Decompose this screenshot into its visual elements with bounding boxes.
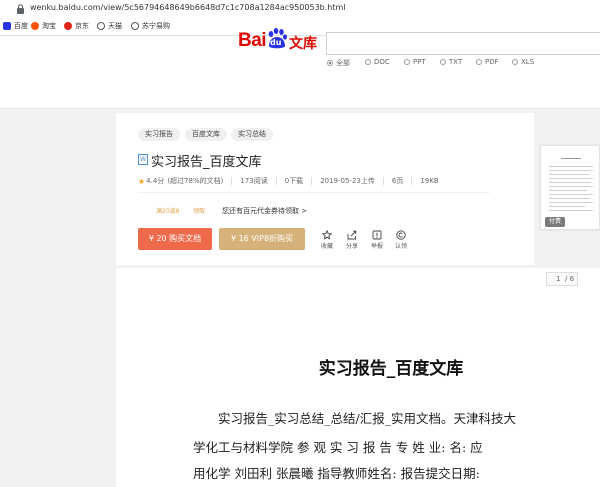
upload-date: 2019-05-23上传: [320, 177, 375, 185]
page-total: / 6: [565, 275, 575, 283]
bookmark-suning[interactable]: 苏宁易购: [131, 21, 170, 31]
baidu-paw-icon: [3, 22, 11, 30]
radio-icon: [327, 60, 333, 66]
filter-ppt[interactable]: PPT: [404, 58, 426, 66]
body-line: 用化学 刘田利 张晨曦 指导教师姓名: 报告提交日期:: [193, 466, 480, 481]
baidu-wenku-logo[interactable]: Bai du 文库: [238, 27, 324, 53]
radio-icon: [440, 59, 446, 65]
paid-badge: 付费: [545, 217, 566, 227]
filter-pdf[interactable]: PDF: [476, 58, 499, 66]
vip-buy-button[interactable]: ¥ 16 VIP8折购买: [219, 228, 305, 250]
globe-icon: [97, 22, 105, 30]
divider: [138, 192, 490, 193]
claim-button[interactable]: 认领: [392, 230, 410, 250]
share-button[interactable]: 分享: [343, 230, 361, 250]
doc-title: 实习报告_百度文库: [151, 155, 262, 170]
logo-bai: Bai: [238, 30, 267, 51]
filter-xls[interactable]: XLS: [512, 58, 534, 66]
tag-baidu-wenku[interactable]: 百度文库: [185, 128, 227, 141]
word-doc-icon: W: [138, 154, 148, 165]
logo-wenku: 文库: [289, 36, 317, 52]
divider: [411, 177, 413, 185]
divider: [275, 177, 277, 185]
radio-icon: [365, 59, 371, 65]
radio-icon: [476, 59, 482, 65]
page-heading: 实习报告_百度文库: [318, 359, 464, 379]
coupon-pending-link[interactable]: 您还有百元代金券待领取 >: [222, 206, 307, 216]
coupon-claim-link[interactable]: 领取: [193, 206, 205, 215]
star-outline-icon: [322, 230, 332, 240]
bookmark-baidu[interactable]: 百度: [3, 21, 28, 31]
jd-icon: [64, 22, 72, 30]
star-icon: ★: [138, 176, 146, 186]
radio-icon: [512, 59, 518, 65]
logo-du: du: [270, 38, 282, 47]
taobao-icon: [31, 22, 39, 30]
bookmark-tmall[interactable]: 天猫: [97, 21, 122, 31]
rating-note: (超过78%的文档): [167, 177, 224, 185]
file-size: 19KB: [420, 177, 439, 185]
copyright-icon: [396, 230, 406, 240]
bookmark-taobao[interactable]: 淘宝: [31, 21, 56, 31]
buy-document-button[interactable]: ¥ 20 购买文档: [138, 228, 212, 250]
tag-internship-report[interactable]: 实习报告: [138, 128, 180, 141]
body-line: 实习报告_实习总结_总结/汇报_实用文档。天津科技大: [218, 411, 516, 426]
rating: 4.4分: [146, 177, 165, 185]
filter-txt[interactable]: TXT: [440, 58, 462, 66]
lock-icon: [17, 4, 24, 14]
address-bar[interactable]: wenku.baidu.com/view/5c56794648649b6648d…: [0, 0, 600, 19]
globe-icon: [131, 22, 139, 30]
coupon-label: 满20减8: [156, 208, 180, 215]
radio-icon: [404, 59, 410, 65]
report-button[interactable]: 举报: [368, 230, 386, 250]
url-text[interactable]: wenku.baidu.com/view/5c56794648649b6648d…: [30, 3, 346, 12]
search-input[interactable]: [326, 32, 600, 55]
filter-all[interactable]: 全部: [327, 58, 350, 68]
download-count: 0下载: [284, 177, 304, 185]
filter-doc[interactable]: DOC: [365, 58, 390, 66]
read-count: 173阅读: [240, 177, 268, 185]
tag-internship-summary[interactable]: 实习总结: [231, 128, 273, 141]
left-gutter: [0, 109, 116, 487]
divider: [382, 177, 384, 185]
body-line: 学化工与材料学院 参 观 实 习 报 告 专 姓 业: 名: 应: [193, 440, 483, 455]
share-icon: [347, 230, 357, 240]
bookmark-jd[interactable]: 京东: [64, 21, 89, 31]
divider: [231, 177, 233, 185]
page-count: 6页: [391, 177, 404, 185]
doc-meta: ★ 4.4分 (超过78%的文档) 173阅读 0下载 2019-05-23上传…: [138, 176, 439, 186]
divider: [311, 177, 313, 185]
warning-icon: [372, 230, 382, 240]
favorite-button[interactable]: 收藏: [318, 230, 336, 250]
